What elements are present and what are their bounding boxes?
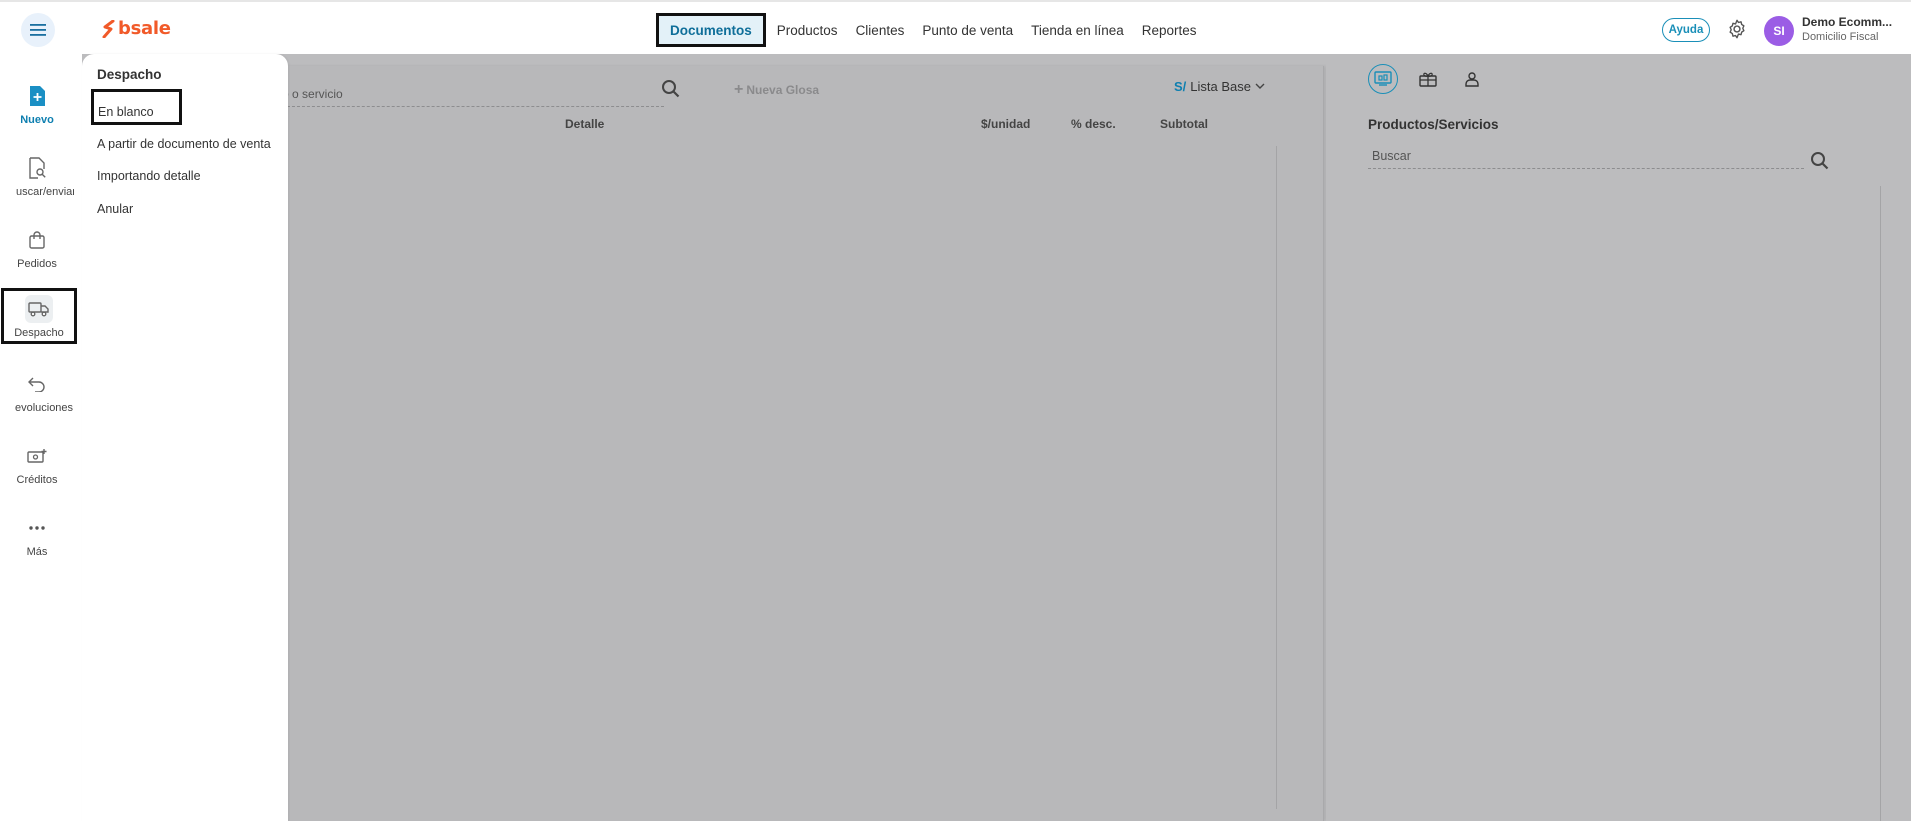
nav-clientes[interactable]: Clientes [847, 13, 914, 47]
nav-punto-de-venta[interactable]: Punto de venta [913, 13, 1022, 47]
price-list-value: Lista Base [1190, 79, 1251, 94]
column-header-subtotal: Subtotal [1160, 117, 1208, 131]
sidebar-item-label: Créditos [16, 474, 58, 486]
menu-icon[interactable] [21, 13, 55, 47]
panel-scrollbar [1880, 186, 1881, 821]
money-plus-icon [23, 442, 51, 470]
logo-text: bsale [118, 18, 171, 39]
table-divider [1276, 146, 1277, 809]
sidebar-item-despacho[interactable]: Despacho [1, 288, 77, 344]
column-header-discount: % desc. [1071, 117, 1116, 131]
new-document-icon [23, 82, 51, 110]
client-user-icon[interactable] [1457, 64, 1487, 94]
currency-label: S/ [1174, 79, 1187, 94]
nav-tienda-en-linea[interactable]: Tienda en línea [1022, 13, 1133, 47]
column-header-detalle: Detalle [565, 117, 605, 131]
search-document-icon [23, 154, 51, 182]
menu-item-anular[interactable]: Anular [97, 202, 133, 216]
avatar[interactable]: SI [1764, 16, 1794, 46]
help-button[interactable]: Ayuda [1662, 18, 1710, 42]
sidebar-item-devoluciones[interactable]: evoluciones [0, 370, 74, 428]
sidebar-item-pedidos[interactable]: Pedidos [0, 226, 74, 284]
sidebar-item-nuevo[interactable]: Nuevo [0, 82, 74, 140]
sidebar-item-label: Pedidos [17, 258, 57, 270]
gear-icon[interactable] [1726, 18, 1748, 40]
more-dots-icon [23, 514, 51, 542]
user-subtitle: Domicilio Fiscal [1802, 31, 1879, 43]
sidebar-item-creditos[interactable]: Créditos [0, 442, 74, 500]
new-glosa-button[interactable]: + Nueva Glosa [734, 81, 819, 99]
sidebar-item-label: Más [26, 546, 48, 558]
menu-item-from-sales-document[interactable]: A partir de documento de venta [97, 137, 271, 151]
sidebar-item-label: evoluciones [14, 402, 74, 414]
sidebar-item-buscar-enviar[interactable]: uscar/enviar [0, 154, 74, 212]
column-header-unit-price: $/unidad [981, 117, 1031, 131]
product-search-input[interactable]: o o servicio [282, 87, 664, 107]
top-bar: bsale Documentos Productos Clientes Punt… [0, 0, 1911, 54]
sidebar-item-mas[interactable]: Más [0, 514, 74, 572]
menu-item-en-blanco[interactable]: En blanco [91, 89, 182, 125]
search-icon[interactable] [660, 78, 682, 100]
gift-card-icon[interactable] [1413, 64, 1443, 94]
products-search-input[interactable]: Buscar [1368, 149, 1804, 169]
modal-overlay[interactable]: o o servicio + Nueva Glosa S/ Lista Base… [82, 54, 1911, 821]
new-glosa-label: Nueva Glosa [746, 83, 820, 97]
truck-icon [25, 295, 53, 323]
price-list-select[interactable]: S/ Lista Base [1174, 79, 1265, 94]
sidebar-item-label: Nuevo [20, 114, 54, 126]
user-name[interactable]: Demo Ecomm... [1802, 15, 1892, 29]
chevron-down-icon [1255, 83, 1265, 89]
sidebar-item-label: uscar/enviar [16, 186, 74, 198]
bsale-logo-icon [102, 19, 115, 38]
left-sidebar: Nuevo uscar/enviar Pedidos Despacho evol… [0, 54, 82, 821]
sidebar-item-label: Despacho [14, 327, 64, 339]
search-icon[interactable] [1809, 150, 1831, 172]
products-panel-title: Productos/Servicios [1368, 117, 1499, 132]
plus-icon: + [734, 81, 744, 98]
nav-productos[interactable]: Productos [768, 13, 847, 47]
products-view-icon[interactable] [1368, 64, 1398, 94]
flyout-title: Despacho [97, 67, 162, 82]
despacho-flyout-menu: Despacho En blanco A partir de documento… [82, 54, 288, 821]
bag-icon [23, 226, 51, 254]
nav-documentos[interactable]: Documentos [656, 13, 766, 47]
main-nav: Documentos Productos Clientes Punto de v… [656, 12, 1206, 48]
bsale-logo[interactable]: bsale [102, 18, 171, 39]
return-arrow-icon [23, 370, 51, 398]
menu-item-import-detail[interactable]: Importando detalle [97, 169, 201, 183]
nav-reportes[interactable]: Reportes [1133, 13, 1206, 47]
